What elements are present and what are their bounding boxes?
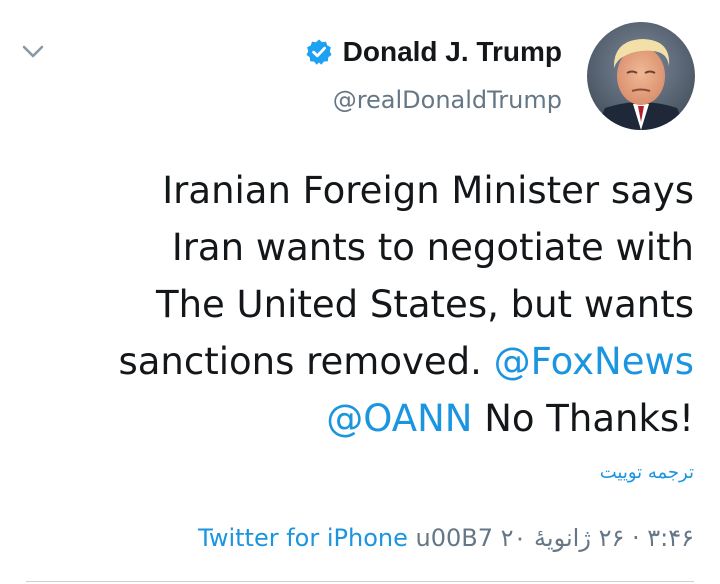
author-name[interactable]: Donald J. Trump — [343, 30, 562, 74]
tweet-text-segment: sanctions removed. — [118, 340, 494, 383]
author-handle[interactable]: @realDonaldTrump — [305, 80, 562, 120]
tweet-timestamp[interactable]: ۳:۴۶ · ۲۶ ژانویهٔ ۲۰ — [501, 518, 694, 558]
tweet-line: Iranian Foreign Minister says — [54, 162, 694, 219]
chevron-down-icon[interactable] — [20, 42, 46, 62]
tweet-line: sanctions removed. @FoxNews — [54, 333, 694, 390]
client-link[interactable]: Twitter for iPhone — [198, 518, 408, 558]
tweet-text-segment: The United States, but wants — [155, 283, 694, 326]
avatar[interactable] — [587, 22, 695, 130]
verified-badge-icon — [305, 38, 333, 66]
tweet-line: The United States, but wants — [54, 276, 694, 333]
author-name-row: Donald J. Trump — [305, 30, 562, 74]
mention-link-foxnews[interactable]: @FoxNews — [494, 340, 694, 383]
tweet-line: @OANN No Thanks! — [54, 390, 694, 447]
tweet-author[interactable]: Donald J. Trump @realDonaldTrump — [305, 30, 562, 120]
divider — [26, 581, 694, 582]
tweet-text-segment: Iran wants to negotiate with — [171, 226, 694, 269]
tweet-text-segment: No Thanks! — [472, 397, 694, 440]
tweet-meta: Twitter for iPhone u00B7 ۳:۴۶ · ۲۶ ژانوی… — [198, 518, 694, 558]
meta-separator-text: u00B7 — [415, 524, 493, 552]
translate-tweet-link[interactable]: ترجمه توییت — [600, 462, 694, 483]
meta-separator — [408, 518, 416, 558]
meta-separator — [493, 518, 501, 558]
tweet-text: Iranian Foreign Minister says Iran wants… — [54, 162, 694, 447]
mention-link-oann[interactable]: @OANN — [326, 397, 472, 440]
tweet-line: Iran wants to negotiate with — [54, 219, 694, 276]
tweet-text-segment: Iranian Foreign Minister says — [162, 169, 694, 212]
